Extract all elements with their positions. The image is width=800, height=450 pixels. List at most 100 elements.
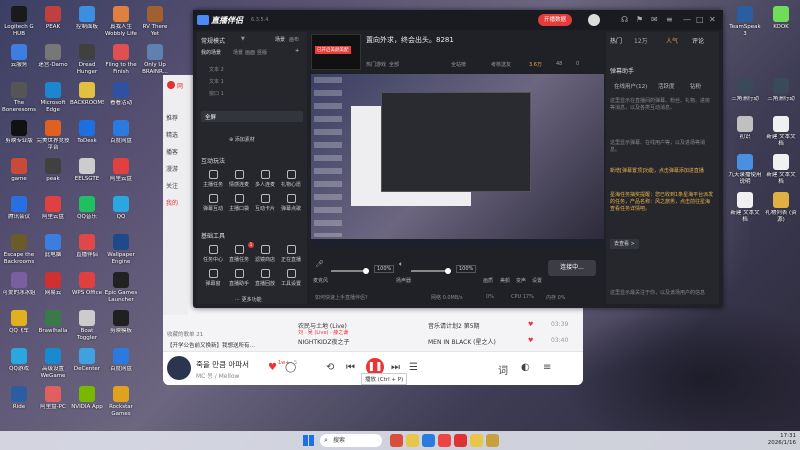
desktop-icon[interactable]: 真我人生 Wobbly Life (104, 6, 138, 37)
tool-button[interactable]: 主播口袋 (227, 194, 251, 212)
tool-button[interactable]: 任务中心 (201, 245, 225, 263)
music-sidebar-item[interactable]: 关注 (166, 181, 178, 190)
tab-canvas[interactable]: 画布 (289, 36, 299, 43)
tool-button[interactable]: 情感连麦 (227, 170, 251, 188)
desktop-icon[interactable]: ToDesk (70, 120, 104, 145)
close-icon[interactable]: ✕ (709, 15, 716, 24)
live-data-button[interactable]: 开播数据 (538, 14, 573, 26)
mail-icon[interactable]: ✉ (651, 15, 658, 24)
desktop-icon[interactable]: DeCenter (70, 348, 104, 373)
scene-subtab-3[interactable]: 竖版 (257, 49, 267, 56)
tab-popularity[interactable]: 人气 (666, 36, 678, 45)
beauty-button[interactable]: 美颜 (500, 277, 510, 284)
taskbar-app-icon[interactable] (454, 434, 467, 447)
taskbar-app-icon[interactable] (470, 434, 483, 447)
lyrics-icon[interactable]: 词 (498, 362, 508, 377)
desktop-icon[interactable]: Rockstar Games (104, 386, 138, 417)
desktop-icon[interactable]: KOOK (764, 6, 798, 31)
tab-online-users[interactable]: 在线用户(12) (614, 82, 647, 90)
desktop-icon[interactable]: 礼物列表 (资源) (764, 192, 798, 223)
desktop-icon[interactable]: 可爱的冰冰姐 (2, 272, 36, 297)
tool-button[interactable]: 弹幕窗 (201, 269, 225, 287)
scene-item[interactable]: 文本 2 (209, 66, 224, 73)
desktop-icon[interactable]: 三角洲行动 (764, 78, 798, 103)
room-title[interactable]: 置向外求，终会出头。8281 (366, 35, 454, 45)
track-row[interactable]: 农民与土地 (Live) 刘 · 吴 (Live) · 薛之谦 音乐请计划2 第… (283, 319, 573, 336)
desktop-icon[interactable]: 九天录播使用说明 (728, 154, 762, 185)
desktop-icon[interactable]: game (2, 158, 36, 183)
desktop-icon[interactable]: 初识 (728, 116, 762, 141)
music-sidebar-item[interactable]: 我的 (166, 198, 178, 207)
desktop-icon[interactable]: Epic Games Launcher (104, 272, 138, 303)
quality-button[interactable]: 画质 (483, 277, 493, 284)
mic-icon[interactable]: 🎤︎ (315, 260, 324, 268)
more-features-button[interactable]: ⋯ 更多功能 (235, 296, 262, 303)
desktop-icon[interactable]: QQ音乐 (70, 196, 104, 221)
desktop-icon[interactable]: The Boneresoms (2, 82, 36, 113)
desktop-icon[interactable]: 百度网盘 (104, 120, 138, 145)
tab-activity[interactable]: 活跃度 (658, 82, 675, 90)
music-sidebar-item[interactable]: 推荐 (166, 113, 178, 122)
desktop-icon[interactable]: 阿里云盘 (104, 158, 138, 183)
desktop-icon[interactable]: 网易云 (36, 272, 70, 297)
start-icon[interactable] (303, 435, 314, 446)
desktop-icon[interactable]: 控制面板 (70, 6, 104, 31)
desktop-icon[interactable]: 腾讯会议 (2, 196, 36, 221)
desktop-icon[interactable]: Logitech G HUB (2, 6, 36, 37)
desktop-icon[interactable]: Boat Toggler (70, 310, 104, 341)
scene-subtab-1[interactable]: 场景 (233, 49, 243, 56)
music-sidebar-item[interactable]: 漫游 (166, 164, 178, 173)
loop-icon[interactable]: ⟲ (326, 362, 334, 373)
tool-button[interactable]: 弹幕点歌 (279, 194, 303, 212)
scene-item[interactable]: 窗口 1 (209, 90, 224, 97)
room-cover[interactable]: 已开启美颜美配 (311, 34, 361, 70)
tool-button[interactable]: 正在直播 (279, 245, 303, 263)
tool-button[interactable]: 主播任务 (201, 170, 225, 188)
menu-icon[interactable]: ≡ (666, 15, 673, 24)
tool-button[interactable]: 互动卡片 (253, 194, 277, 212)
desktop-icon[interactable]: 三角洲行动 (728, 78, 762, 103)
scene-selected[interactable]: 全屏 (201, 111, 303, 122)
speaker-volume[interactable]: 100% (456, 265, 477, 273)
desktop-icon[interactable]: 阿里盘-PC (36, 386, 70, 411)
panel-highlight-1[interactable]: 新增[弹幕置顶]功能，点击弹幕添加进直播 (610, 168, 714, 175)
mic-volume[interactable]: 100% (374, 265, 395, 273)
taskbar-app-icon[interactable] (422, 434, 435, 447)
desktop-icon[interactable]: QQ飞车 (2, 310, 36, 335)
tool-button[interactable]: 直播回放 (253, 269, 277, 287)
desktop-icon[interactable]: 新建 文本文档 (764, 116, 798, 147)
help-link[interactable]: 如何快速上手直播伴侣? (315, 294, 368, 301)
add-material-button[interactable]: ⊕ 添加素材 (229, 136, 255, 143)
search-input[interactable]: ⌕ 搜索 (320, 434, 382, 447)
heart-icon[interactable]: ♥ (528, 321, 533, 328)
room-rank[interactable]: 全站榜 (451, 61, 466, 68)
taskbar-app-icon[interactable] (390, 434, 403, 447)
view-task-button[interactable]: 去查看 > (610, 239, 639, 249)
desktop-icon[interactable]: QQ游戏 (2, 348, 36, 373)
desktop-icon[interactable]: 直播伴侣 (70, 234, 104, 259)
desktop-icon[interactable]: 剪映专业版 (2, 120, 36, 145)
tool-button[interactable]: 滤镜商店 (253, 245, 277, 263)
chevron-down-icon[interactable]: ▼ (241, 36, 245, 42)
heart-icon[interactable]: ♥ (528, 337, 533, 344)
album-cover[interactable] (167, 356, 191, 380)
desktop-icon[interactable]: peak (36, 158, 70, 183)
headset-icon[interactable]: ☊ (621, 15, 628, 24)
desktop-icon[interactable]: BACKROOMS (70, 82, 104, 107)
tool-button[interactable]: 直播任务 (227, 245, 251, 263)
desktop-icon[interactable]: 云服务 (2, 44, 36, 69)
taskbar-app-icon[interactable] (438, 434, 451, 447)
taskbar-app-icon[interactable] (486, 434, 499, 447)
gift-icon[interactable]: ⚑ (636, 15, 643, 24)
tool-button[interactable]: 弹幕互动 (201, 194, 225, 212)
desktop-icon[interactable]: 百度网盘 (104, 348, 138, 373)
volume-icon[interactable]: ◐ (521, 362, 530, 373)
speaker-slider-knob[interactable] (445, 268, 451, 274)
tool-button[interactable]: 工具设置 (279, 269, 303, 287)
desktop-icon[interactable]: RV There Yet (138, 6, 172, 37)
desktop-icon[interactable]: Escape the Backrooms (2, 234, 36, 265)
add-scene-icon[interactable]: + (295, 48, 299, 54)
desktop-icon[interactable]: QQ (104, 196, 138, 221)
desktop-icon[interactable]: EELSGTE (70, 158, 104, 183)
scene-subtab-2[interactable]: 画面 (245, 49, 255, 56)
